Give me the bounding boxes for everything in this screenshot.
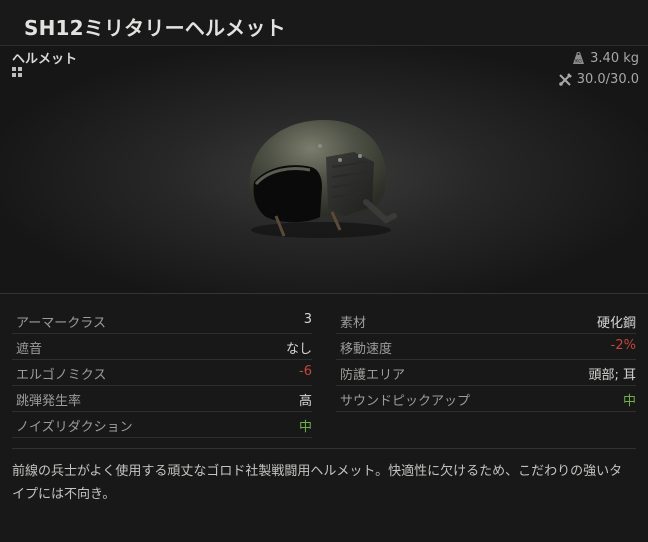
stat-value: 高 xyxy=(298,394,312,409)
weight-value: 3.40 kg xyxy=(590,51,639,66)
stat-label: 跳弾発生率 xyxy=(16,394,82,409)
stat-label: 素材 xyxy=(340,316,367,331)
stat-value: 中 xyxy=(298,420,312,435)
stat-value: 中 xyxy=(622,394,636,409)
stat-label: サウンドピックアップ xyxy=(340,394,471,409)
stat-row-movement-speed: 移動速度 -2% xyxy=(336,334,636,360)
item-preview-panel[interactable]: ヘルメット KG 3.40 kg 30.0/30.0 xyxy=(0,46,648,294)
stat-label: エルゴノミクス xyxy=(16,368,107,383)
item-category: ヘルメット xyxy=(12,52,78,67)
stat-label: 移動速度 xyxy=(340,342,393,357)
weight-icon: KG xyxy=(573,52,585,65)
stat-row-noise-reduction: ノイズリダクション 中 xyxy=(12,412,312,438)
stat-value: -2% xyxy=(610,338,636,353)
svg-text:KG: KG xyxy=(575,59,582,65)
helmet-image xyxy=(249,120,397,238)
stat-value: 頭部; 耳 xyxy=(588,368,636,383)
stat-label: アーマークラス xyxy=(16,316,106,331)
stat-row-sound-blocking: 遮音 なし xyxy=(12,334,312,360)
weight-readout: KG 3.40 kg xyxy=(572,51,639,66)
stats-column-right: 素材 硬化鋼 移動速度 -2% 防護エリア 頭部; 耳 サウンドピックアップ 中 xyxy=(336,308,636,412)
durability-readout: 30.0/30.0 xyxy=(558,72,639,87)
stats-column-left: アーマークラス 3 遮音 なし エルゴノミクス -6 跳弾発生率 高 ノイズリダ… xyxy=(12,308,312,438)
item-description: 前線の兵士がよく使用する頑丈なゴロド社製戦闘用ヘルメット。快適性に欠けるため、こ… xyxy=(12,464,623,502)
item-inspect-window: SH12ミリタリーヘルメット ヘルメット KG 3.40 kg 30.0/30.… xyxy=(0,0,648,542)
stats-table: アーマークラス 3 遮音 なし エルゴノミクス -6 跳弾発生率 高 ノイズリダ… xyxy=(12,308,636,449)
stat-row-protected-area: 防護エリア 頭部; 耳 xyxy=(336,360,636,386)
stat-row-ergonomics: エルゴノミクス -6 xyxy=(12,360,312,386)
stat-label: 防護エリア xyxy=(340,368,406,383)
grid-icon xyxy=(12,67,22,77)
stat-row-material: 素材 硬化鋼 xyxy=(336,308,636,334)
stat-value: -6 xyxy=(299,364,312,379)
stat-value: 3 xyxy=(303,312,312,327)
title-bar[interactable]: SH12ミリタリーヘルメット xyxy=(0,0,648,46)
stat-row-ricochet-chance: 跳弾発生率 高 xyxy=(12,386,312,412)
durability-value: 30.0/30.0 xyxy=(576,72,639,87)
wrench-icon xyxy=(558,72,572,86)
item-title: SH12ミリタリーヘルメット xyxy=(24,16,286,40)
stat-label: 遮音 xyxy=(16,342,43,357)
stat-label: ノイズリダクション xyxy=(16,420,133,435)
stat-value: なし xyxy=(285,342,312,357)
stat-row-armor-class: アーマークラス 3 xyxy=(12,308,312,334)
stat-row-sound-pickup: サウンドピックアップ 中 xyxy=(336,386,636,412)
stat-value: 硬化鋼 xyxy=(596,316,636,331)
